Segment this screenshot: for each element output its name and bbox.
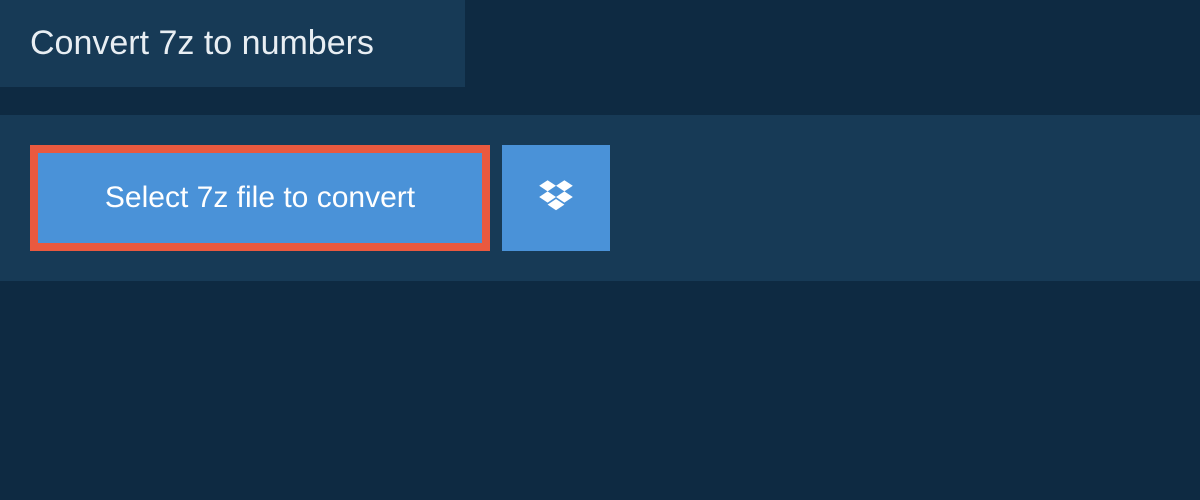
page-header: Convert 7z to numbers: [0, 0, 465, 87]
upload-panel: Select 7z file to convert: [0, 115, 1200, 281]
dropbox-icon: [536, 177, 576, 220]
page-title: Convert 7z to numbers: [30, 24, 435, 63]
select-file-label: Select 7z file to convert: [105, 181, 415, 215]
dropbox-button[interactable]: [502, 145, 610, 251]
select-file-button[interactable]: Select 7z file to convert: [30, 145, 490, 251]
button-row: Select 7z file to convert: [30, 145, 1170, 251]
